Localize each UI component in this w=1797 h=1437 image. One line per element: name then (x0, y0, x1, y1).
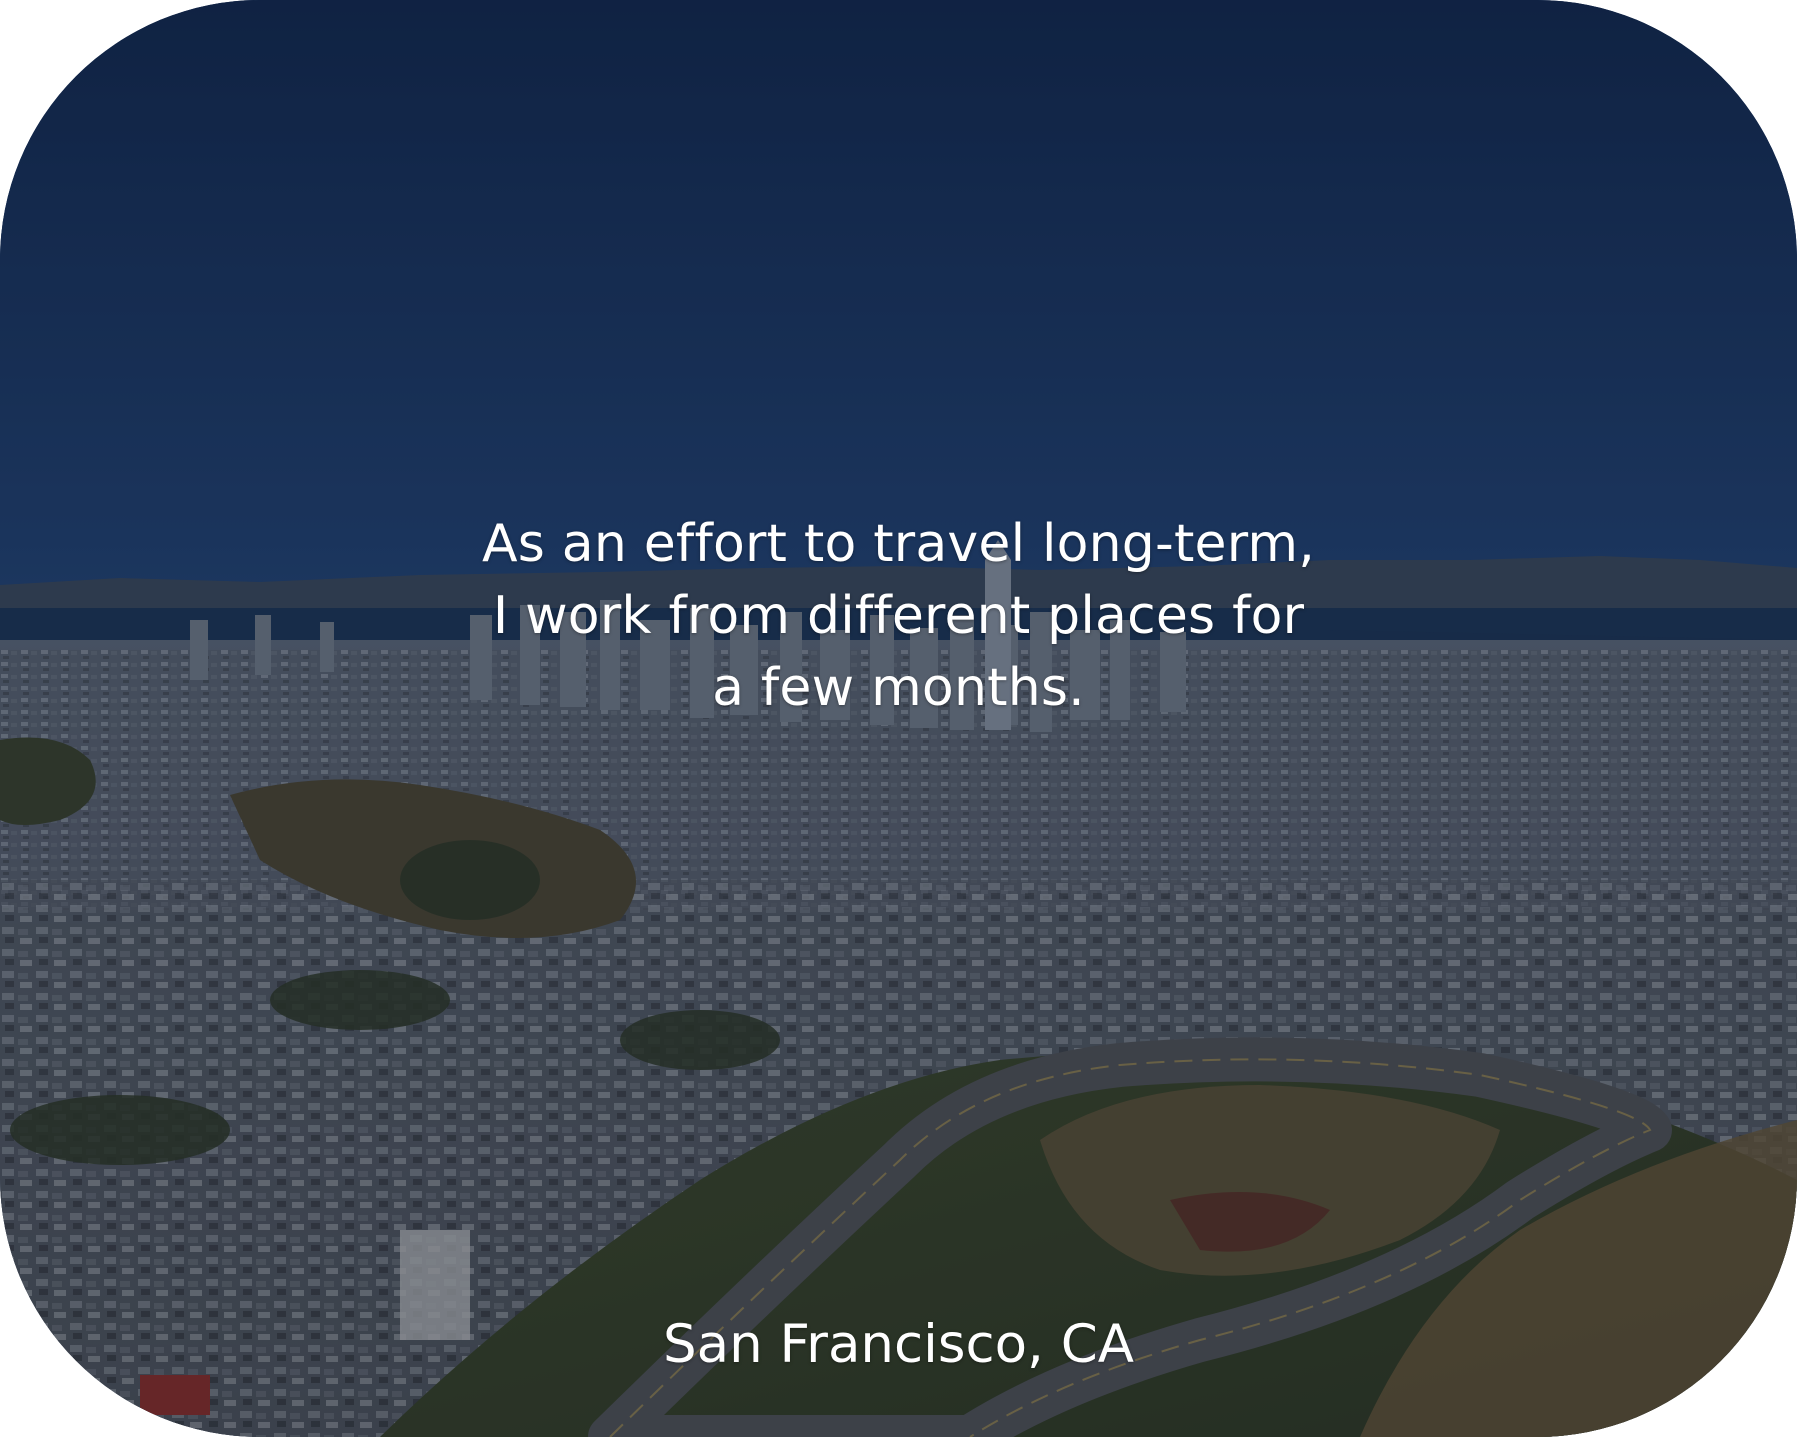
photo-card: As an effort to travel long-term, I work… (0, 0, 1797, 1437)
caption-line: I work from different places for (492, 586, 1305, 646)
intro-caption: As an effort to travel long-term, I work… (0, 508, 1797, 724)
caption-line: As an effort to travel long-term, (482, 514, 1315, 574)
caption-line: a few months. (712, 658, 1085, 718)
location-label: San Francisco, CA (662, 1314, 1135, 1375)
